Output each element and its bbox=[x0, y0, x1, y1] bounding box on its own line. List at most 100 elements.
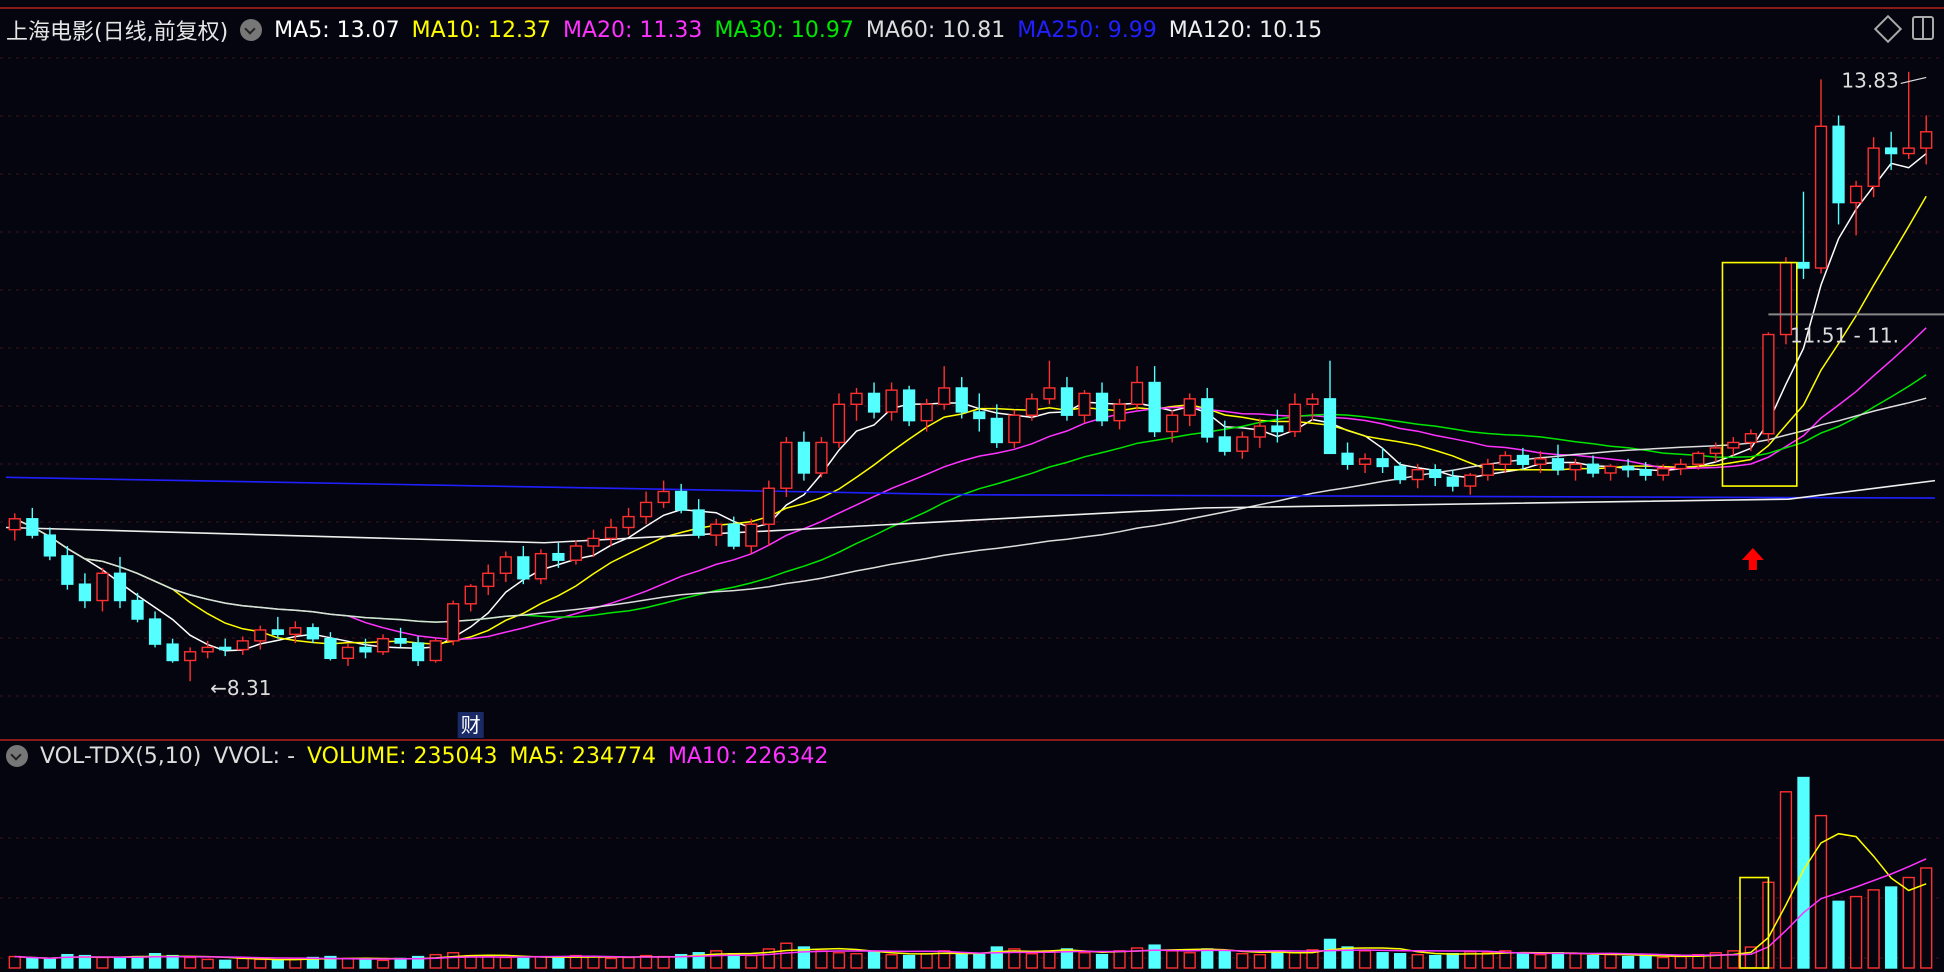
candle-body bbox=[447, 603, 460, 642]
candle-body bbox=[1429, 469, 1442, 479]
volume-bar bbox=[1674, 955, 1687, 969]
candle-body bbox=[43, 534, 56, 557]
stock-chart[interactable]: 13.83 ←8.31 财 11.51 - 11. bbox=[0, 0, 1944, 972]
volume-bar bbox=[254, 958, 267, 969]
candle-body bbox=[1218, 436, 1231, 452]
candle-body bbox=[1253, 425, 1266, 438]
volume-label: VOLUME: 235043 bbox=[307, 743, 498, 769]
volume-bar bbox=[1411, 953, 1424, 969]
panel-tools bbox=[1873, 14, 1934, 44]
ma5-line bbox=[14, 153, 1927, 652]
volume-bar bbox=[1025, 953, 1039, 969]
candle bbox=[797, 431, 811, 481]
candle-body bbox=[61, 555, 74, 585]
chart-annotations: 13.83 ←8.31 财 11.51 - 11. bbox=[210, 68, 1944, 969]
candle bbox=[1201, 387, 1214, 443]
volume-bar bbox=[1148, 944, 1161, 969]
volume-bar bbox=[8, 955, 21, 969]
volume-bar bbox=[1814, 814, 1828, 969]
candle bbox=[78, 573, 92, 609]
candle bbox=[411, 636, 425, 666]
diamond-icon[interactable] bbox=[1873, 14, 1903, 44]
candle bbox=[1043, 360, 1056, 405]
candle bbox=[1604, 464, 1617, 481]
volume-bar bbox=[1043, 950, 1056, 969]
candle bbox=[1744, 429, 1758, 452]
volume-bar bbox=[973, 953, 986, 969]
candle-body bbox=[1586, 463, 1600, 474]
candle bbox=[236, 636, 249, 656]
volume-bar bbox=[1569, 953, 1582, 969]
candle-body bbox=[1271, 425, 1284, 433]
candle bbox=[762, 480, 775, 547]
chevron-down-icon[interactable] bbox=[240, 19, 263, 41]
window-toggle-icon[interactable] bbox=[1912, 16, 1934, 40]
candle-body bbox=[902, 389, 916, 422]
candle-body bbox=[1604, 465, 1617, 474]
volume-bar bbox=[1551, 952, 1565, 969]
candle bbox=[201, 640, 214, 659]
candle-body bbox=[1411, 469, 1424, 481]
candle-body bbox=[113, 572, 127, 602]
candle bbox=[1902, 71, 1915, 160]
candle bbox=[675, 483, 688, 514]
candle bbox=[464, 584, 477, 612]
candle-body bbox=[1288, 403, 1302, 433]
candle-body bbox=[1394, 465, 1407, 481]
candle bbox=[604, 518, 618, 547]
volume-bar bbox=[1288, 952, 1302, 969]
candle-body bbox=[1867, 147, 1880, 187]
volume-bar bbox=[183, 956, 197, 969]
moving-average-lines bbox=[5, 153, 1936, 652]
volume-bar bbox=[587, 955, 600, 969]
ma10-line bbox=[14, 195, 1927, 645]
volume-bar bbox=[1657, 956, 1670, 969]
candle-body bbox=[183, 651, 197, 662]
candle bbox=[745, 518, 758, 554]
candle-body bbox=[815, 441, 828, 474]
candle bbox=[499, 551, 512, 582]
ma120-label: MA120: 10.15 bbox=[1168, 17, 1323, 43]
candle-body bbox=[552, 552, 565, 561]
volume-bar bbox=[1481, 952, 1494, 969]
candle-body bbox=[1534, 458, 1547, 465]
candle bbox=[1832, 115, 1845, 225]
candle-body bbox=[1657, 467, 1670, 476]
candle bbox=[955, 377, 968, 419]
volume-bar bbox=[955, 952, 968, 969]
volume-bar bbox=[1534, 953, 1547, 969]
candle bbox=[780, 437, 793, 497]
candle-body bbox=[1727, 441, 1740, 449]
candle-body bbox=[517, 556, 530, 580]
volume-bar bbox=[1832, 900, 1845, 969]
chevron-down-icon[interactable] bbox=[6, 745, 28, 767]
volume-bar bbox=[166, 954, 179, 969]
candle bbox=[8, 513, 21, 541]
range-label: 11.51 - 11. bbox=[1790, 323, 1899, 347]
volume-bar bbox=[113, 957, 127, 969]
candle-body bbox=[1008, 414, 1021, 444]
candle-body bbox=[78, 583, 92, 602]
candle-body bbox=[1832, 125, 1845, 204]
candle bbox=[359, 638, 372, 659]
volume-bar bbox=[1744, 946, 1758, 969]
candle-body bbox=[236, 640, 249, 651]
candle-body bbox=[850, 392, 863, 406]
volume-bar bbox=[815, 950, 828, 969]
volume-bar bbox=[1639, 954, 1652, 969]
volume-bar bbox=[990, 946, 1003, 969]
candle-body bbox=[569, 545, 583, 561]
vvol-label: VVOL: - bbox=[213, 743, 296, 769]
candle bbox=[692, 499, 705, 539]
candle bbox=[43, 527, 56, 561]
candle-body bbox=[1674, 463, 1687, 470]
candle-body bbox=[1481, 463, 1494, 476]
candle-body bbox=[762, 487, 775, 525]
volume-bar bbox=[201, 958, 214, 969]
candle-body bbox=[832, 403, 846, 444]
volume-bar bbox=[26, 957, 39, 969]
volume-panel-header: VOL-TDX(5,10) VVOL: - VOLUME: 235043 MA5… bbox=[0, 742, 1944, 770]
candle-body bbox=[1025, 398, 1039, 416]
candle-body bbox=[324, 637, 337, 660]
candle bbox=[61, 546, 74, 590]
